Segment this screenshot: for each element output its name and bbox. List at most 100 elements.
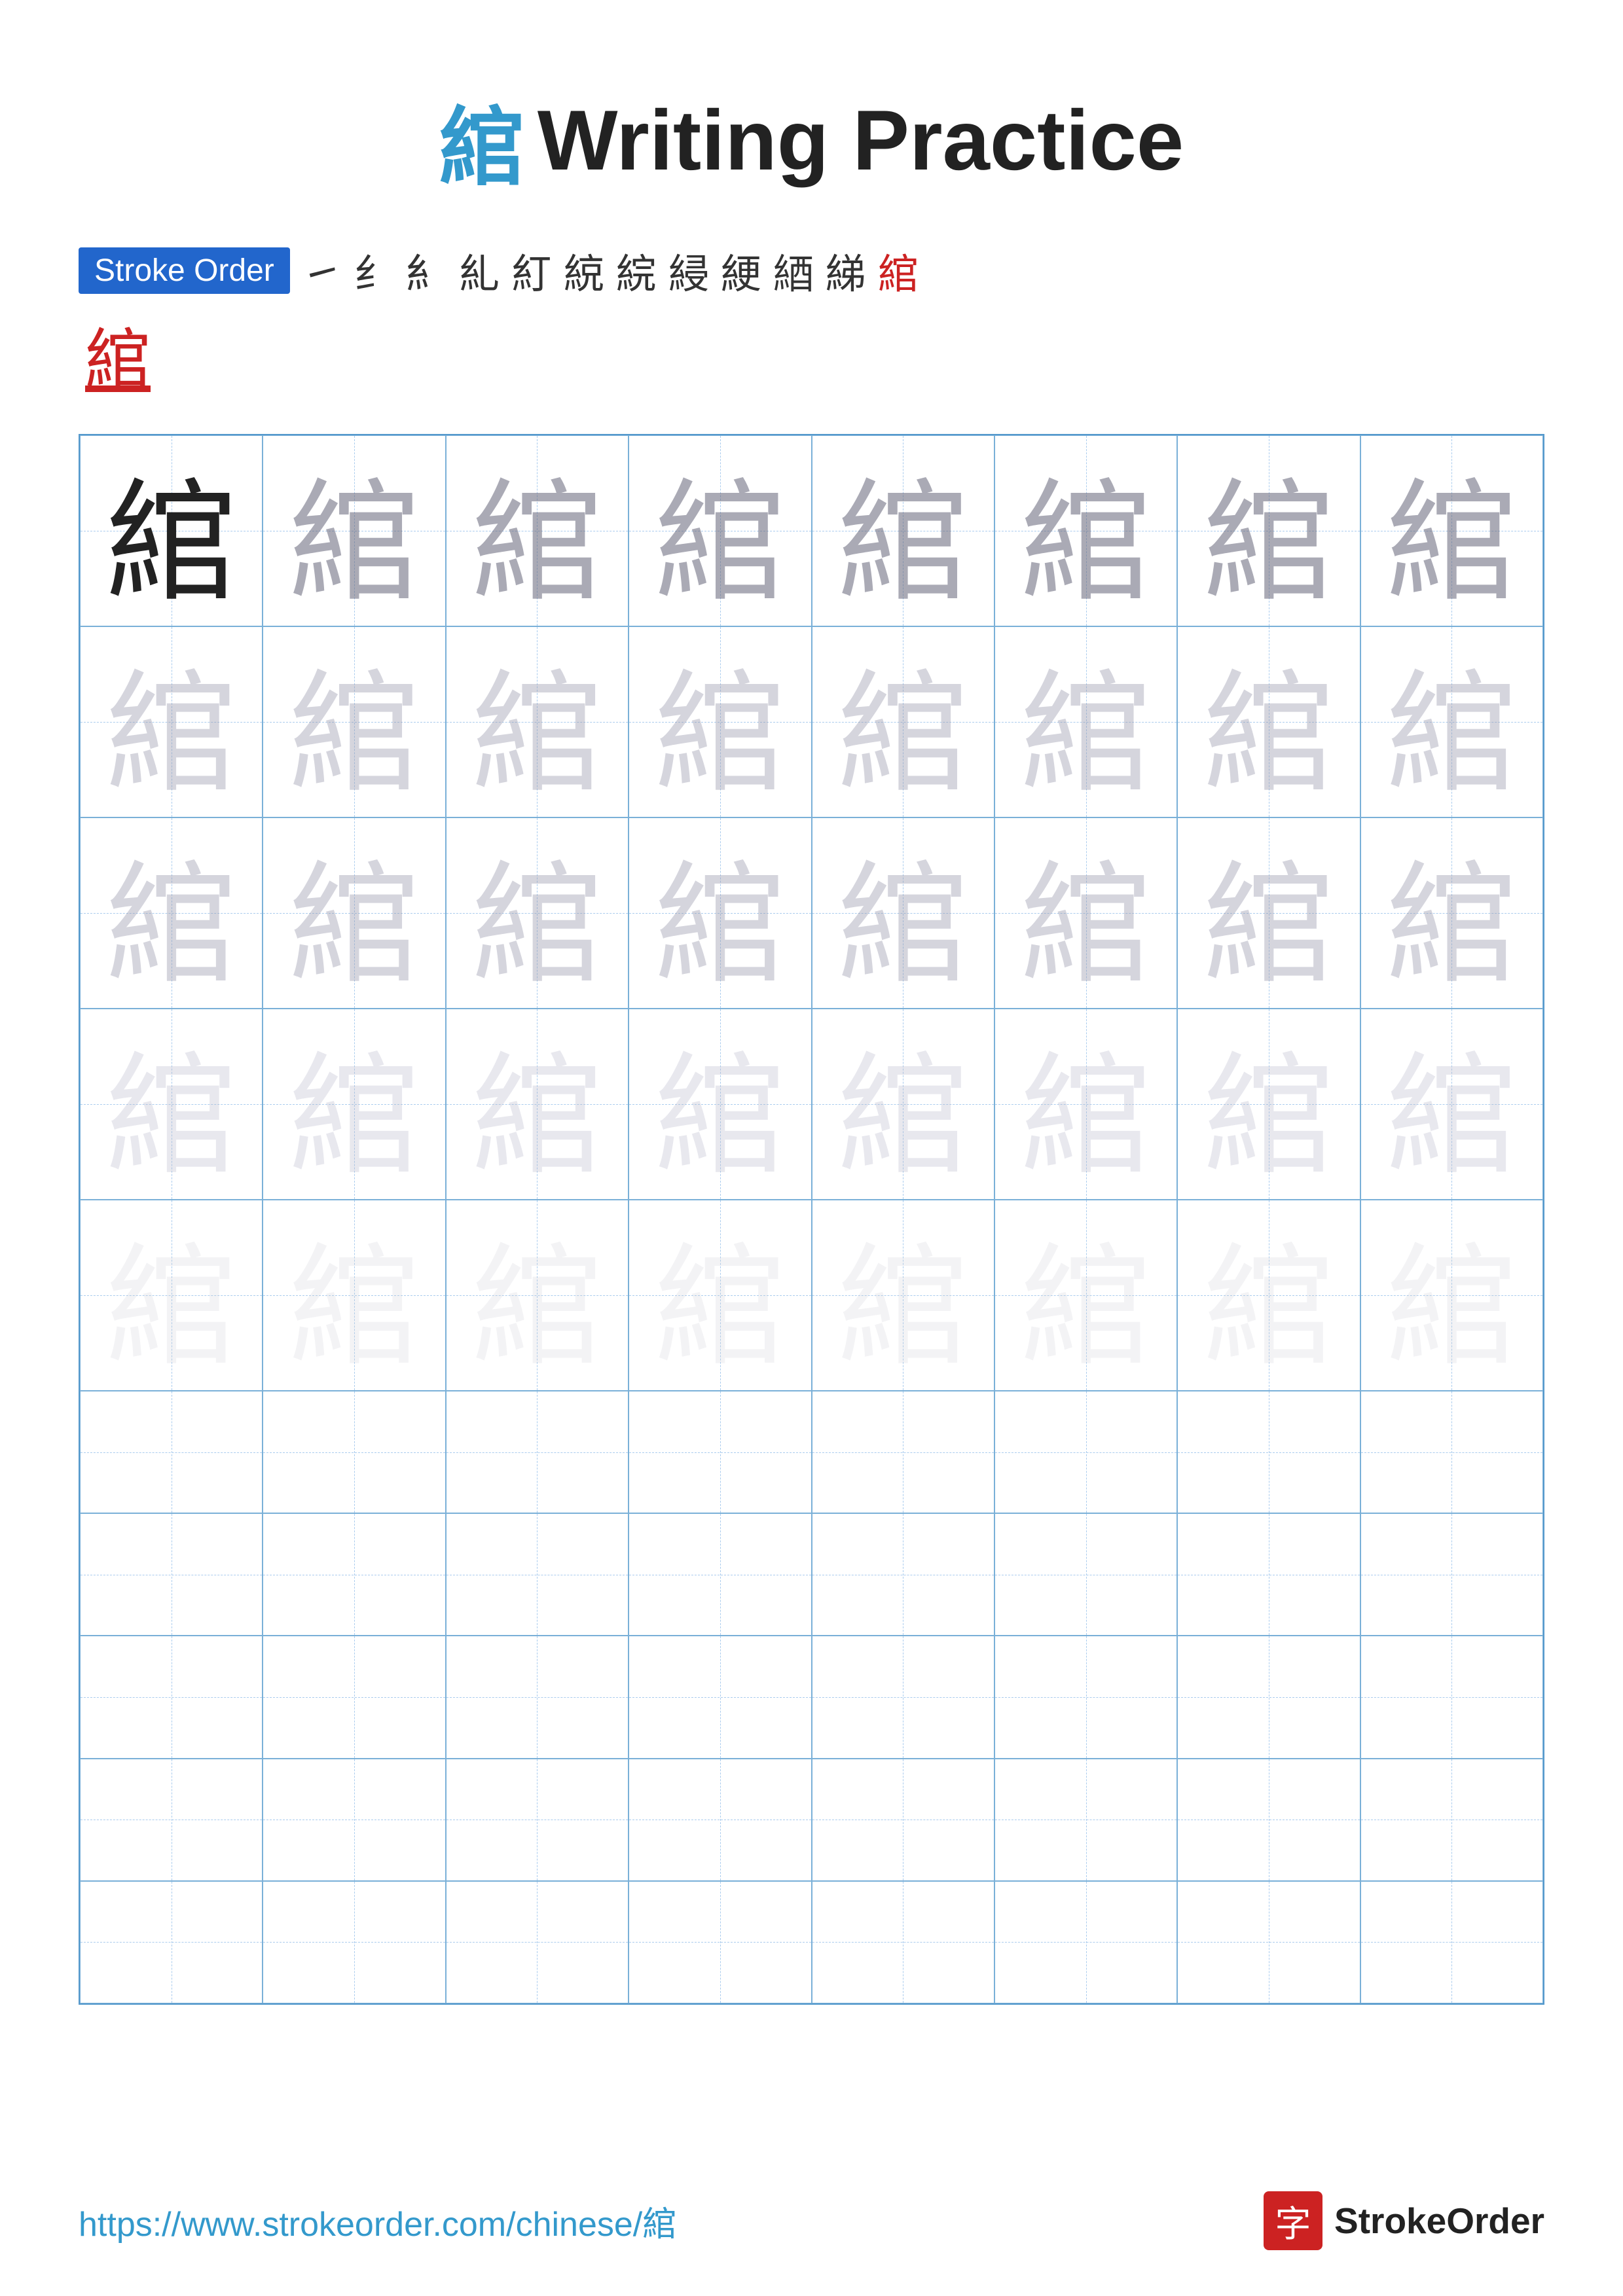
grid-cell[interactable] — [263, 1636, 445, 1758]
practice-char: 綰 — [655, 627, 786, 817]
stroke-8: 綅 — [668, 241, 709, 300]
grid-cell[interactable]: 綰 — [446, 626, 629, 817]
grid-cell[interactable]: 綰 — [1177, 626, 1360, 817]
stroke-order-final-char: 綰 — [85, 306, 151, 401]
grid-cell[interactable] — [994, 1391, 1177, 1513]
grid-cell[interactable] — [80, 1636, 263, 1758]
grid-cell[interactable] — [994, 1881, 1177, 2003]
grid-cell[interactable]: 綰 — [446, 435, 629, 626]
stroke-order-row: Stroke Order ㇀ 纟 糹 糺 糽 綂 綄 綅 綆 綇 綈 綰 — [79, 241, 919, 300]
grid-cell[interactable]: 綰 — [812, 435, 994, 626]
stroke-9: 綆 — [721, 241, 761, 300]
grid-cell[interactable]: 綰 — [80, 626, 263, 817]
grid-cell[interactable] — [446, 1881, 629, 2003]
practice-char: 綰 — [471, 1009, 602, 1199]
grid-cell[interactable]: 綰 — [812, 626, 994, 817]
grid-cell[interactable] — [812, 1636, 994, 1758]
grid-cell[interactable]: 綰 — [994, 1200, 1177, 1391]
grid-cell[interactable] — [812, 1391, 994, 1513]
grid-cell[interactable]: 綰 — [80, 1200, 263, 1391]
grid-cell[interactable] — [1177, 1636, 1360, 1758]
grid-cell[interactable]: 綰 — [994, 626, 1177, 817]
grid-cell[interactable] — [263, 1391, 445, 1513]
grid-cell[interactable] — [1360, 1636, 1543, 1758]
grid-cell[interactable] — [1360, 1881, 1543, 2003]
grid-cell[interactable]: 綰 — [263, 626, 445, 817]
footer-logo: 字 StrokeOrder — [1264, 2191, 1544, 2250]
footer-url[interactable]: https://www.strokeorder.com/chinese/綰 — [79, 2197, 676, 2246]
grid-cell[interactable] — [80, 1881, 263, 2003]
grid-cell[interactable] — [80, 1513, 263, 1636]
practice-char: 綰 — [1386, 1200, 1517, 1390]
footer-logo-char: 字 — [1275, 2195, 1311, 2247]
grid-cell[interactable]: 綰 — [1360, 626, 1543, 817]
grid-cell[interactable] — [629, 1636, 811, 1758]
grid-cell[interactable]: 綰 — [80, 435, 263, 626]
grid-cell[interactable] — [629, 1759, 811, 1881]
grid-cell[interactable]: 綰 — [263, 1009, 445, 1200]
grid-cell[interactable] — [446, 1391, 629, 1513]
grid-cell[interactable]: 綰 — [1360, 435, 1543, 626]
grid-cell[interactable]: 綰 — [994, 817, 1177, 1009]
grid-cell[interactable]: 綰 — [263, 435, 445, 626]
practice-char: 綰 — [1203, 1009, 1334, 1199]
practice-char: 綰 — [106, 818, 237, 1008]
practice-char: 綰 — [837, 1200, 968, 1390]
grid-cell[interactable]: 綰 — [629, 435, 811, 626]
practice-char: 綰 — [1203, 1200, 1334, 1390]
grid-cell[interactable] — [446, 1513, 629, 1636]
grid-cell[interactable] — [80, 1759, 263, 1881]
grid-cell[interactable] — [263, 1881, 445, 2003]
grid-cell[interactable]: 綰 — [1177, 1009, 1360, 1200]
grid-cell[interactable]: 綰 — [994, 1009, 1177, 1200]
grid-cell[interactable]: 綰 — [1360, 817, 1543, 1009]
grid-cell[interactable] — [1177, 1881, 1360, 2003]
grid-cell[interactable]: 綰 — [1360, 1200, 1543, 1391]
grid-cell[interactable]: 綰 — [1177, 817, 1360, 1009]
grid-cell[interactable] — [1360, 1513, 1543, 1636]
grid-cell[interactable] — [1360, 1391, 1543, 1513]
grid-cell[interactable]: 綰 — [1177, 1200, 1360, 1391]
grid-cell[interactable]: 綰 — [1177, 435, 1360, 626]
grid-cell[interactable] — [994, 1636, 1177, 1758]
grid-cell[interactable] — [812, 1881, 994, 2003]
grid-cell[interactable]: 綰 — [812, 817, 994, 1009]
grid-cell[interactable] — [80, 1391, 263, 1513]
grid-cell[interactable] — [446, 1636, 629, 1758]
grid-cell[interactable]: 綰 — [812, 1009, 994, 1200]
grid-cell[interactable]: 綰 — [446, 1009, 629, 1200]
grid-cell[interactable]: 綰 — [629, 1009, 811, 1200]
grid-cell[interactable]: 綰 — [80, 817, 263, 1009]
grid-cell[interactable]: 綰 — [263, 1200, 445, 1391]
practice-char: 綰 — [837, 818, 968, 1008]
grid-cell[interactable]: 綰 — [446, 817, 629, 1009]
grid-cell[interactable]: 綰 — [629, 1200, 811, 1391]
grid-cell[interactable]: 綰 — [994, 435, 1177, 626]
grid-cell[interactable] — [812, 1759, 994, 1881]
grid-cell[interactable] — [1177, 1513, 1360, 1636]
grid-cell[interactable] — [629, 1391, 811, 1513]
grid-cell[interactable] — [812, 1513, 994, 1636]
grid-cell[interactable]: 綰 — [263, 817, 445, 1009]
grid-cell[interactable] — [1360, 1759, 1543, 1881]
grid-cell[interactable]: 綰 — [812, 1200, 994, 1391]
grid-cell[interactable] — [1177, 1391, 1360, 1513]
practice-char: 綰 — [1386, 627, 1517, 817]
practice-char: 綰 — [1203, 818, 1334, 1008]
grid-cell[interactable] — [994, 1513, 1177, 1636]
grid-cell[interactable]: 綰 — [446, 1200, 629, 1391]
practice-char: 綰 — [1021, 1200, 1152, 1390]
grid-cell[interactable] — [446, 1759, 629, 1881]
grid-cell[interactable] — [629, 1881, 811, 2003]
grid-cell[interactable]: 綰 — [629, 817, 811, 1009]
grid-cell[interactable]: 綰 — [1360, 1009, 1543, 1200]
grid-cell[interactable] — [263, 1513, 445, 1636]
practice-char: 綰 — [471, 436, 602, 626]
grid-cell[interactable] — [994, 1759, 1177, 1881]
grid-cell[interactable] — [263, 1759, 445, 1881]
stroke-2: 纟 — [354, 241, 395, 300]
grid-cell[interactable] — [1177, 1759, 1360, 1881]
grid-cell[interactable] — [629, 1513, 811, 1636]
grid-cell[interactable]: 綰 — [80, 1009, 263, 1200]
grid-cell[interactable]: 綰 — [629, 626, 811, 817]
